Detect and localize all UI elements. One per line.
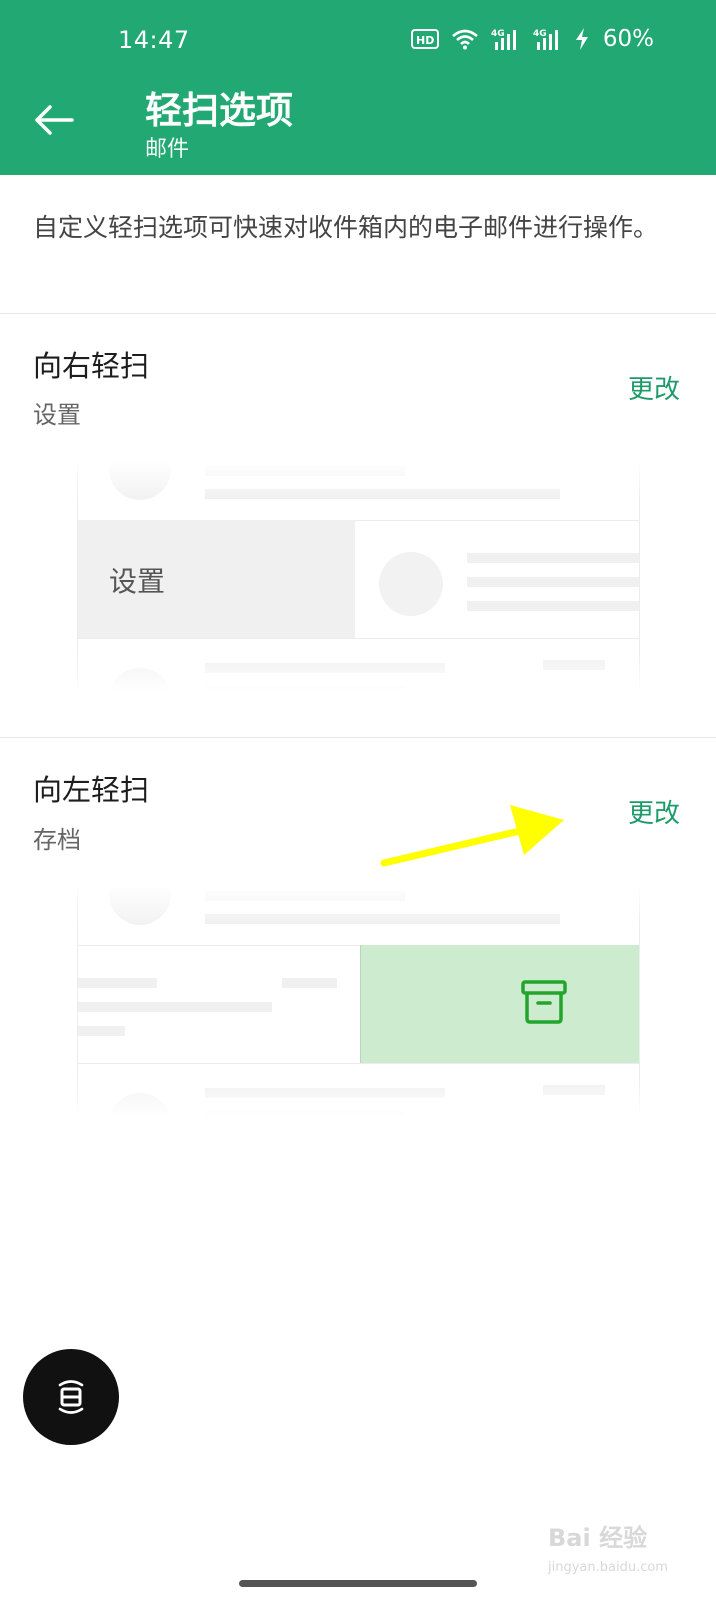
text-placeholder [205, 489, 560, 499]
swipe-left-illustration [77, 885, 640, 1117]
text-placeholder [467, 553, 640, 563]
swipe-action-panel: 设置 [77, 520, 355, 638]
text-placeholder [205, 686, 405, 692]
swipe-left-change-button[interactable]: 更改 [628, 793, 680, 830]
hd-icon: HD [410, 29, 439, 49]
text-placeholder [205, 663, 445, 673]
battery-percent: 60% [602, 26, 654, 52]
illustration-edge [77, 460, 78, 692]
watermark-logo: Bai 经验 [548, 1524, 648, 1552]
avatar-placeholder [379, 552, 443, 616]
svg-text:4G: 4G [533, 29, 547, 39]
annotation-arrow-icon [380, 805, 564, 867]
divider [0, 313, 716, 314]
text-placeholder [205, 466, 405, 476]
watermark-url: jingyan.baidu.com [548, 1560, 668, 1575]
text-placeholder [205, 914, 560, 924]
text-placeholder [543, 660, 605, 670]
illustration-edge [77, 885, 78, 1117]
text-placeholder [282, 978, 337, 988]
svg-text:HD: HD [416, 34, 434, 47]
illustration-edge [639, 460, 640, 692]
text-placeholder [205, 1111, 405, 1117]
swipe-action-panel [360, 945, 640, 1063]
text-placeholder [77, 978, 157, 988]
signal-4g-icon: 4G [491, 27, 521, 51]
text-placeholder [77, 1002, 272, 1012]
wifi-icon [451, 28, 479, 50]
row-divider [77, 638, 640, 639]
avatar-placeholder [109, 885, 171, 925]
text-placeholder [205, 891, 405, 901]
text-placeholder [467, 577, 640, 587]
archive-icon [521, 979, 567, 1029]
swipe-left-title: 向左轻扫 [33, 773, 150, 807]
illustration-edge [639, 885, 640, 1117]
status-time: 14:47 [118, 26, 190, 54]
page-subtitle: 邮件 [145, 137, 190, 162]
row-divider [77, 1063, 640, 1064]
charging-icon [575, 28, 589, 50]
avatar-placeholder [109, 668, 171, 692]
screen-rotate-icon [58, 1380, 84, 1414]
avatar-placeholder [109, 1093, 171, 1117]
swipe-right-action: 设置 [33, 401, 81, 429]
status-icons: HD 4G 4G 60% [410, 26, 654, 52]
app-bar: 14:47 HD 4G 4G 60% 轻扫选项 邮件 [0, 0, 716, 175]
page-title: 轻扫选项 [145, 89, 293, 132]
swipe-left-action: 存档 [33, 826, 81, 854]
divider [0, 737, 716, 738]
home-indicator[interactable] [239, 1580, 477, 1587]
swipe-right-change-button[interactable]: 更改 [628, 369, 680, 406]
swipe-action-label: 设置 [109, 565, 166, 598]
floating-rotate-button[interactable] [23, 1349, 119, 1445]
signal-4g-icon-2: 4G [533, 27, 563, 51]
text-placeholder [77, 1026, 125, 1036]
text-placeholder [205, 1088, 445, 1098]
back-arrow-icon [35, 105, 74, 135]
swipe-right-illustration: 设置 [77, 460, 640, 692]
back-button[interactable] [26, 96, 82, 144]
description-text: 自定义轻扫选项可快速对收件箱内的电子邮件进行操作。 [33, 213, 659, 242]
text-placeholder [467, 601, 640, 611]
text-placeholder [543, 1085, 605, 1095]
swipe-right-title: 向右轻扫 [33, 349, 150, 383]
avatar-placeholder [109, 460, 171, 500]
svg-text:4G: 4G [491, 29, 505, 39]
